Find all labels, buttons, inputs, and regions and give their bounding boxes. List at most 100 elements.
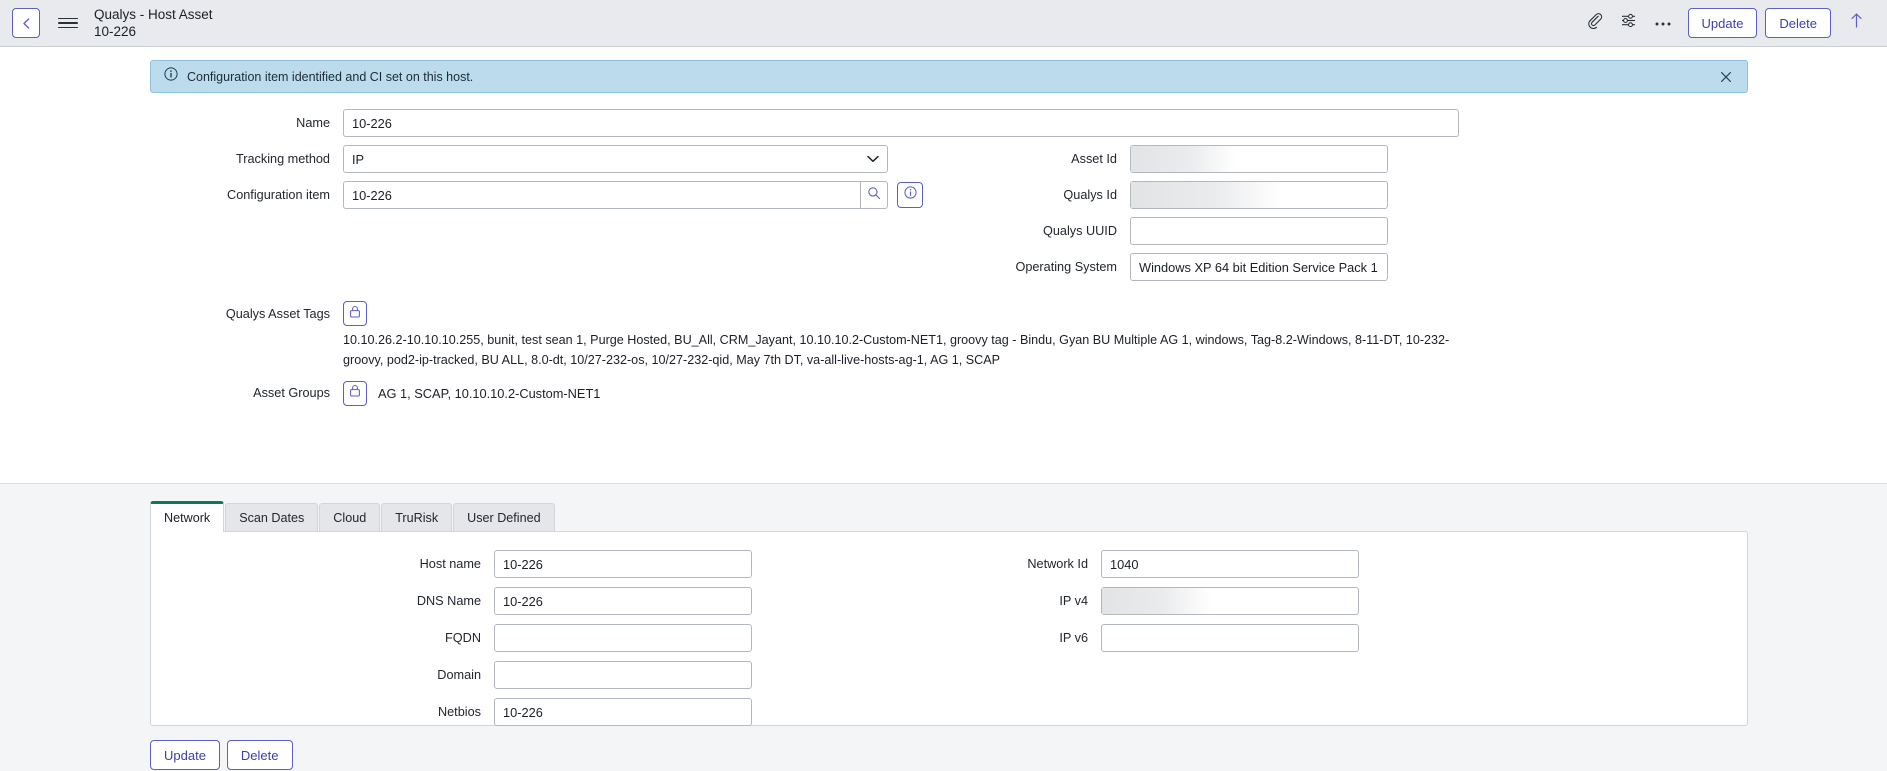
page-title: Qualys - Host Asset 10-226 bbox=[94, 6, 1578, 41]
domain-input[interactable] bbox=[494, 661, 752, 689]
lock-icon bbox=[349, 384, 361, 402]
page-title-sub: 10-226 bbox=[94, 24, 137, 39]
name-input[interactable] bbox=[343, 109, 1459, 137]
row-fqdn-ipv6: FQDN IP v6 bbox=[151, 624, 1747, 661]
field-row-dns-name: DNS Name bbox=[151, 587, 911, 615]
row-hostname-networkid: Host name Network Id bbox=[151, 550, 1747, 587]
network-id-label: Network Id bbox=[1027, 557, 1088, 571]
sliders-icon bbox=[1620, 12, 1637, 34]
more-options-button[interactable] bbox=[1646, 7, 1680, 39]
field-row-asset-id: Asset Id bbox=[940, 145, 1887, 173]
arrow-up-icon bbox=[1849, 12, 1864, 34]
netbios-input[interactable] bbox=[494, 698, 752, 726]
domain-label: Domain bbox=[437, 668, 481, 682]
asset-id-label: Asset Id bbox=[1071, 152, 1117, 166]
network-id-input[interactable] bbox=[1101, 550, 1359, 578]
network-tab-panel: Host name Network Id DNS Name bbox=[150, 531, 1748, 726]
tab-scan-dates[interactable]: Scan Dates bbox=[225, 503, 319, 532]
field-row-netbios: Netbios bbox=[151, 698, 911, 726]
top-header-bar: Qualys - Host Asset 10-226 Update Delete bbox=[0, 0, 1887, 47]
qualys-asset-tags-value-row: 10.10.26.2-10.10.10.255, bunit, test sea… bbox=[0, 330, 1887, 371]
tab-cloud[interactable]: Cloud bbox=[319, 503, 381, 532]
row-domain: Domain bbox=[151, 661, 1747, 698]
info-circle-icon bbox=[903, 186, 917, 204]
ip-v6-input[interactable] bbox=[1101, 624, 1359, 652]
row-operating-system: Operating System bbox=[0, 253, 1887, 289]
chevron-left-icon bbox=[21, 17, 32, 30]
row-netbios: Netbios bbox=[151, 698, 1747, 735]
host-name-input[interactable] bbox=[494, 550, 752, 578]
qualys-id-label: Qualys Id bbox=[1063, 188, 1117, 202]
fqdn-label: FQDN bbox=[445, 631, 481, 645]
row-dnsname-ipv4: DNS Name IP v4 bbox=[151, 587, 1747, 624]
attachment-button[interactable] bbox=[1578, 7, 1612, 39]
field-row-network-id: Network Id bbox=[911, 550, 1858, 578]
form-settings-button[interactable] bbox=[1612, 7, 1646, 39]
tracking-method-select[interactable]: IP bbox=[343, 145, 888, 173]
dns-name-label: DNS Name bbox=[416, 594, 481, 608]
page-title-main: Qualys - Host Asset bbox=[94, 6, 213, 22]
ip-v6-label: IP v6 bbox=[1059, 631, 1088, 645]
field-row-qualys-uuid: Qualys UUID bbox=[940, 217, 1887, 245]
asset-groups-value: AG 1, SCAP, 10.10.10.2-Custom-NET1 bbox=[378, 385, 601, 401]
tab-trurisk[interactable]: TruRisk bbox=[381, 503, 453, 532]
field-row-tracking-method: Tracking method IP bbox=[0, 145, 940, 173]
ellipsis-icon bbox=[1654, 14, 1672, 32]
footer-delete-button[interactable]: Delete bbox=[226, 740, 293, 770]
qualys-asset-tags-lock-button[interactable] bbox=[343, 301, 367, 326]
tab-user-defined[interactable]: User Defined bbox=[453, 503, 555, 532]
qualys-id-input[interactable] bbox=[1130, 181, 1388, 209]
row-qualys-uuid: Qualys UUID bbox=[0, 217, 1887, 253]
footer-actions: Update Delete bbox=[150, 740, 1887, 770]
field-row-operating-system: Operating System bbox=[940, 253, 1887, 281]
asset-id-input[interactable] bbox=[1130, 145, 1388, 173]
tab-bar: Network Scan Dates Cloud TruRisk User De… bbox=[150, 501, 1887, 532]
row-tracking-asset: Tracking method IP Asset Id bbox=[0, 145, 1887, 181]
field-row-configuration-item: Configuration item bbox=[0, 181, 940, 209]
operating-system-label: Operating System bbox=[1015, 260, 1117, 274]
netbios-label: Netbios bbox=[437, 705, 481, 719]
hamburger-menu-icon[interactable] bbox=[58, 13, 78, 33]
header-update-button[interactable]: Update bbox=[1687, 8, 1758, 38]
info-circle-icon bbox=[164, 67, 178, 86]
field-row-name: Name bbox=[0, 109, 1887, 137]
scroll-to-top-button[interactable] bbox=[1839, 7, 1873, 39]
dns-name-input[interactable] bbox=[494, 587, 752, 615]
fqdn-input[interactable] bbox=[494, 624, 752, 652]
host-name-label: Host name bbox=[419, 557, 481, 571]
header-delete-button[interactable]: Delete bbox=[1765, 8, 1831, 38]
field-row-asset-groups: Asset Groups AG 1, SCAP, 10.10.10.2-Cust… bbox=[0, 380, 1887, 406]
configuration-item-lookup-button[interactable] bbox=[861, 181, 888, 209]
ip-v4-label: IP v4 bbox=[1059, 594, 1088, 608]
qualys-asset-tags-label: Qualys Asset Tags bbox=[225, 306, 330, 321]
qualys-uuid-label: Qualys UUID bbox=[1042, 224, 1117, 238]
qualys-asset-tags-value: 10.10.26.2-10.10.10.255, bunit, test sea… bbox=[343, 333, 1450, 368]
field-row-qualys-id: Qualys Id bbox=[940, 181, 1887, 209]
header-actions: Update Delete bbox=[1578, 7, 1874, 39]
field-row-domain: Domain bbox=[151, 661, 911, 689]
field-row-qualys-asset-tags: Qualys Asset Tags bbox=[0, 301, 1887, 326]
configuration-item-input[interactable] bbox=[343, 181, 861, 209]
banner-message: Configuration item identified and CI set… bbox=[187, 69, 474, 84]
field-row-ip-v6: IP v6 bbox=[911, 624, 1858, 652]
asset-groups-label: Asset Groups bbox=[253, 386, 330, 401]
operating-system-input[interactable] bbox=[1130, 253, 1388, 281]
asset-groups-lock-button[interactable] bbox=[343, 380, 367, 406]
paperclip-icon bbox=[1586, 12, 1603, 34]
banner-zone: Configuration item identified and CI set… bbox=[0, 47, 1887, 93]
banner-close-button[interactable] bbox=[1718, 69, 1734, 85]
lock-icon bbox=[349, 305, 361, 323]
configuration-item-info-button[interactable] bbox=[897, 182, 923, 208]
tracking-method-label: Tracking method bbox=[235, 152, 330, 166]
configuration-item-label: Configuration item bbox=[227, 188, 330, 202]
ip-v4-input[interactable] bbox=[1101, 587, 1359, 615]
row-config-qualysid: Configuration item Qualys Id bbox=[0, 181, 1887, 217]
magnifier-icon bbox=[867, 186, 881, 205]
field-row-ip-v4: IP v4 bbox=[911, 587, 1858, 615]
qualys-uuid-input[interactable] bbox=[1130, 217, 1388, 245]
name-label: Name bbox=[296, 116, 330, 130]
main-form: Name Tracking method IP Asset Id bbox=[0, 93, 1887, 483]
tab-network[interactable]: Network bbox=[150, 501, 225, 532]
back-button[interactable] bbox=[12, 8, 40, 38]
footer-update-button[interactable]: Update bbox=[150, 740, 220, 770]
